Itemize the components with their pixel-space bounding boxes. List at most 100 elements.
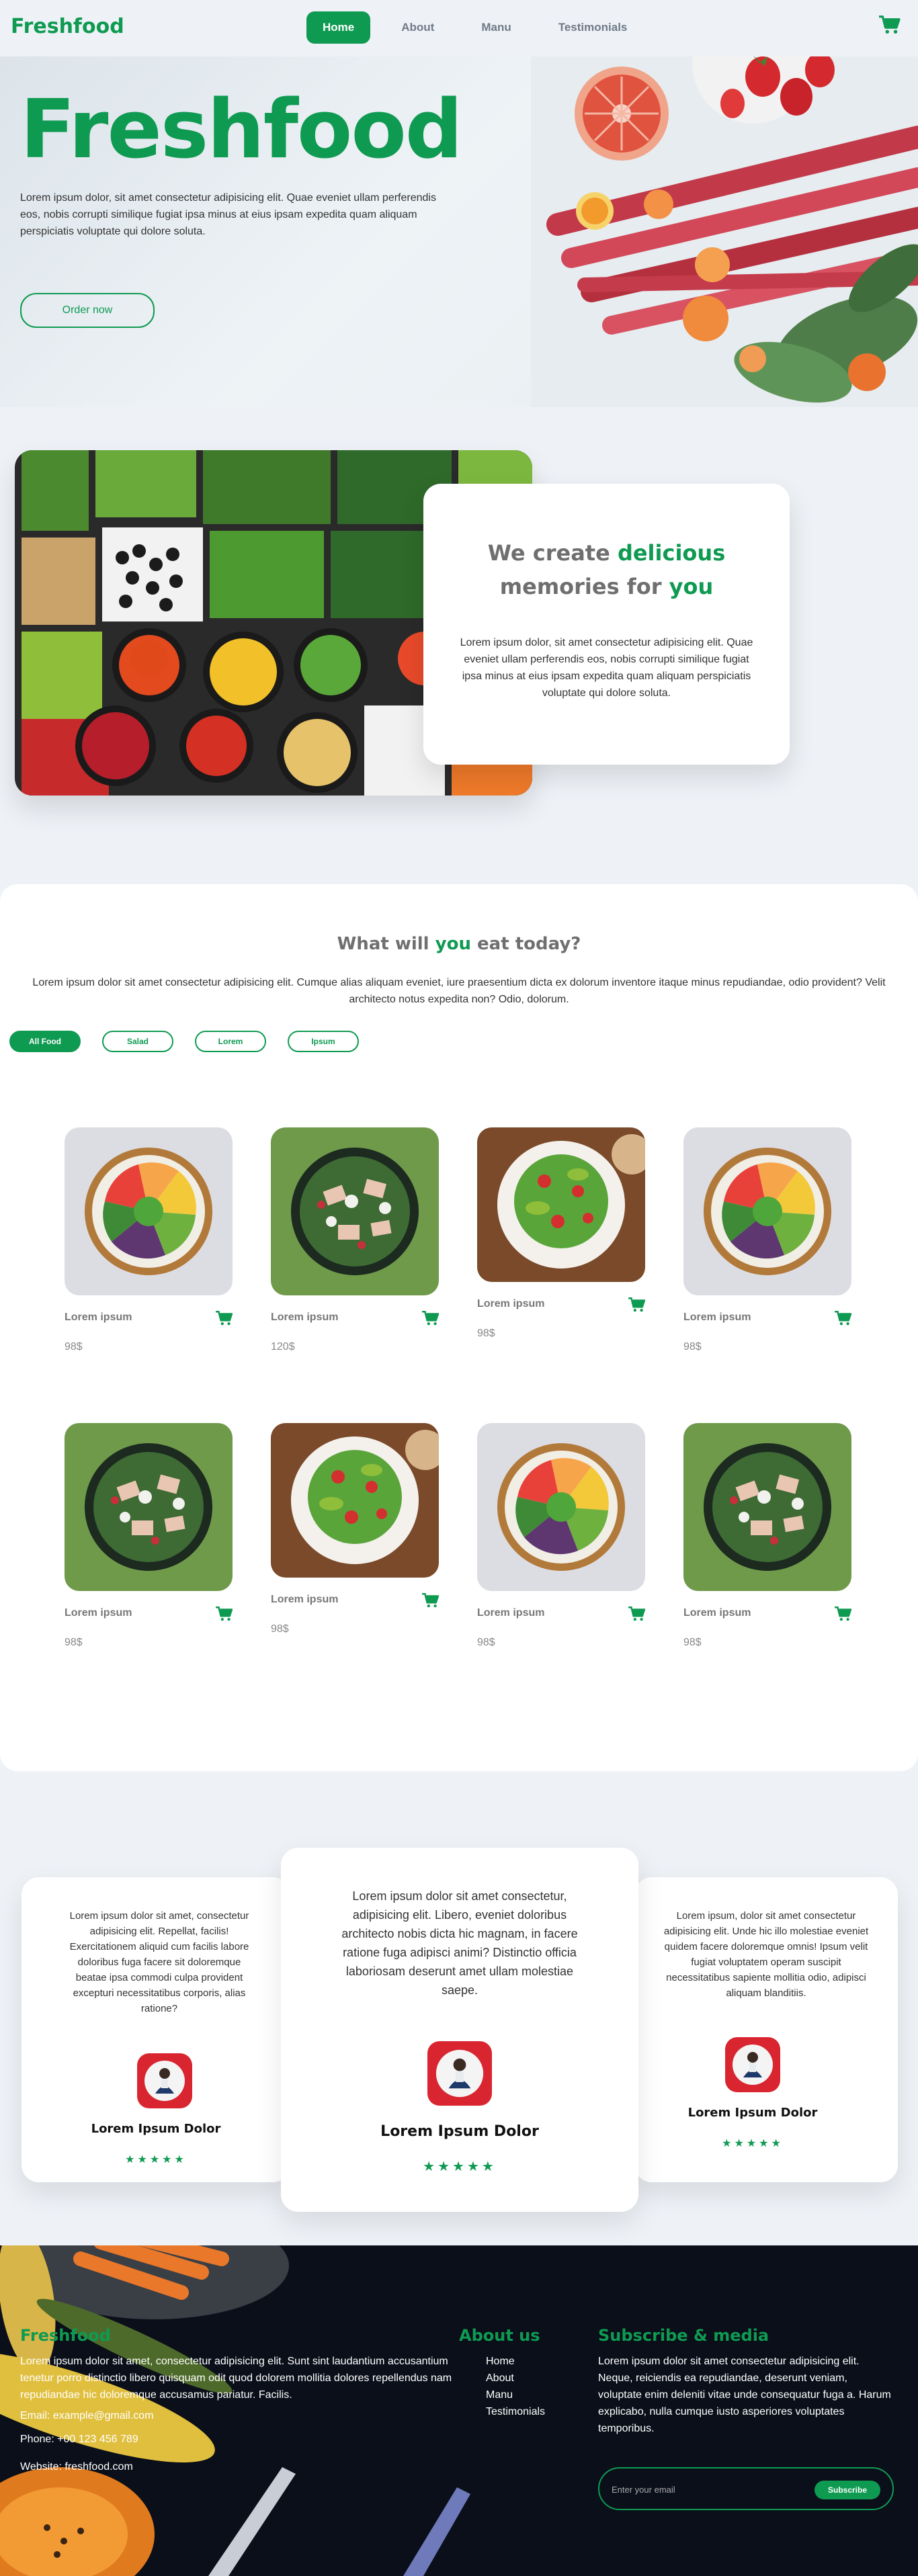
add-to-cart-icon[interactable]: [421, 1592, 439, 1608]
about-title-part3: memories for: [499, 574, 669, 599]
food-card[interactable]: Lorem ipsum 98$: [683, 1127, 851, 1353]
subscribe-email-input[interactable]: [612, 2481, 800, 2498]
food-image: [477, 1423, 645, 1591]
filter-ipsum[interactable]: Ipsum: [288, 1031, 359, 1052]
footer-link-about[interactable]: About: [486, 2372, 514, 2384]
food-card[interactable]: Lorem ipsum 98$: [477, 1127, 645, 1339]
food-image: [271, 1127, 439, 1295]
hero-vegetables-image: [531, 56, 918, 407]
food-filters: All Food Salad Lorem Ipsum: [9, 1031, 359, 1052]
footer-link-testimonials[interactable]: Testimonials: [486, 2406, 545, 2417]
testimonial-name: Lorem Ipsum Dolor: [380, 2123, 539, 2140]
rating-stars-icon: ★★★★★: [722, 2138, 784, 2149]
subscribe-form: Subscribe: [598, 2467, 894, 2510]
food-card[interactable]: Lorem ipsum 98$: [271, 1423, 439, 1635]
food-image: [477, 1127, 645, 1282]
footer-subscribe-title: Subscribe & media: [598, 2326, 769, 2345]
food-name: Lorem ipsum: [65, 1607, 132, 1619]
add-to-cart-icon[interactable]: [421, 1310, 439, 1326]
footer-email: Email: example@gmail.com: [20, 2410, 154, 2421]
filter-all-food[interactable]: All Food: [9, 1031, 81, 1052]
food-name: Lorem ipsum: [65, 1312, 132, 1323]
food-image: [65, 1423, 233, 1591]
food-image: [65, 1127, 233, 1295]
about-card: We create delicious memories for you Lor…: [423, 484, 790, 765]
cart-icon[interactable]: [878, 15, 901, 35]
menu-title-part1: What will: [337, 934, 435, 954]
food-card[interactable]: Lorem ipsum 98$: [65, 1127, 233, 1353]
about-title: We create delicious memories for you: [423, 536, 790, 603]
rating-stars-icon: ★★★★★: [423, 2159, 497, 2174]
about-title-highlight-you: you: [669, 574, 714, 599]
food-price: 98$: [477, 1637, 495, 1648]
footer-link-manu[interactable]: Manu: [486, 2389, 513, 2401]
filter-lorem[interactable]: Lorem: [195, 1031, 266, 1052]
testimonial-card: Lorem ipsum dolor sit amet, consectetur …: [22, 1877, 290, 2182]
hero-title: Freshfood: [20, 83, 463, 177]
food-price: 98$: [65, 1637, 83, 1648]
avatar: [427, 2041, 492, 2106]
footer-links: Home About Manu Testimonials: [459, 2353, 580, 2420]
footer-subscribe-text: Lorem ipsum dolor sit amet consectetur a…: [598, 2356, 891, 2434]
testimonial-text: Lorem ipsum dolor sit amet, consectetur …: [69, 1910, 249, 2014]
footer-about-title: About us: [459, 2326, 540, 2345]
add-to-cart-icon[interactable]: [834, 1310, 851, 1326]
avatar: [137, 2053, 192, 2108]
menu-title-highlight: you: [435, 934, 471, 954]
testimonial-card: Lorem ipsum, dolor sit amet consectetur …: [634, 1877, 898, 2182]
food-name: Lorem ipsum: [477, 1607, 545, 1619]
testimonial-card-featured: Lorem ipsum dolor sit amet consectetur, …: [281, 1848, 638, 2212]
food-card[interactable]: Lorem ipsum 120$: [271, 1127, 439, 1353]
food-name: Lorem ipsum: [271, 1312, 339, 1323]
add-to-cart-icon[interactable]: [215, 1310, 233, 1326]
footer-about-column: About us Home About Manu Testimonials: [459, 2326, 580, 2420]
food-price: 98$: [271, 1623, 289, 1635]
nav-home[interactable]: Home: [306, 11, 371, 44]
food-card[interactable]: Lorem ipsum 98$: [65, 1423, 233, 1648]
footer-brand: Freshfood: [20, 2326, 111, 2345]
menu-title-part3: eat today?: [470, 934, 581, 954]
main-menu: Home About Manu Testimonials: [306, 11, 643, 44]
food-card[interactable]: Lorem ipsum 98$: [477, 1423, 645, 1648]
add-to-cart-icon[interactable]: [215, 1606, 233, 1622]
add-to-cart-icon[interactable]: [628, 1297, 645, 1313]
about-text: Lorem ipsum dolor, sit amet consectetur …: [460, 637, 753, 699]
food-name: Lorem ipsum: [683, 1312, 751, 1323]
food-image: [683, 1127, 851, 1295]
food-price: 120$: [271, 1341, 295, 1353]
add-to-cart-icon[interactable]: [628, 1606, 645, 1622]
menu-title: What will you eat today?: [0, 934, 918, 954]
add-to-cart-icon[interactable]: [834, 1606, 851, 1622]
food-name: Lorem ipsum: [683, 1607, 751, 1619]
food-price: 98$: [477, 1328, 495, 1339]
testimonial-text: Lorem ipsum dolor sit amet consectetur, …: [341, 1889, 578, 1997]
testimonial-name: Lorem Ipsum Dolor: [687, 2106, 818, 2120]
food-card[interactable]: Lorem ipsum 98$: [683, 1423, 851, 1648]
nav-testimonials[interactable]: Testimonials: [542, 11, 644, 44]
footer-text: Lorem ipsum dolor sit amet, consectetur …: [20, 2356, 452, 2401]
navbar: Freshfood Home About Manu Testimonials: [0, 0, 918, 56]
hero-section: Freshfood Lorem ipsum dolor, sit amet co…: [0, 56, 918, 407]
about-title-part1: We create: [487, 540, 618, 566]
nav-manu[interactable]: Manu: [465, 11, 527, 44]
subscribe-button[interactable]: Subscribe: [815, 2481, 880, 2499]
order-now-button[interactable]: Order now: [20, 293, 155, 328]
menu-description: Lorem ipsum dolor sit amet consectetur a…: [32, 977, 886, 1005]
logo[interactable]: Freshfood: [11, 15, 124, 38]
food-name: Lorem ipsum: [271, 1594, 339, 1605]
food-price: 98$: [683, 1637, 702, 1648]
testimonial-name: Lorem Ipsum Dolor: [91, 2122, 221, 2136]
footer: Freshfood Lorem ipsum dolor sit amet, co…: [0, 2245, 918, 2576]
nav-about[interactable]: About: [385, 11, 450, 44]
testimonial-text: Lorem ipsum, dolor sit amet consectetur …: [663, 1910, 869, 1999]
hero-text: Lorem ipsum dolor, sit amet consectetur …: [20, 192, 436, 237]
food-price: 98$: [683, 1341, 702, 1353]
footer-subscribe-column: Subscribe & media Lorem ipsum dolor sit …: [598, 2326, 894, 2437]
food-name: Lorem ipsum: [477, 1298, 545, 1310]
footer-link-home[interactable]: Home: [486, 2356, 515, 2367]
food-image: [683, 1423, 851, 1591]
avatar: [725, 2037, 780, 2092]
rating-stars-icon: ★★★★★: [125, 2154, 187, 2165]
footer-phone: Phone: +00 123 456 789: [20, 2434, 138, 2445]
filter-salad[interactable]: Salad: [102, 1031, 173, 1052]
